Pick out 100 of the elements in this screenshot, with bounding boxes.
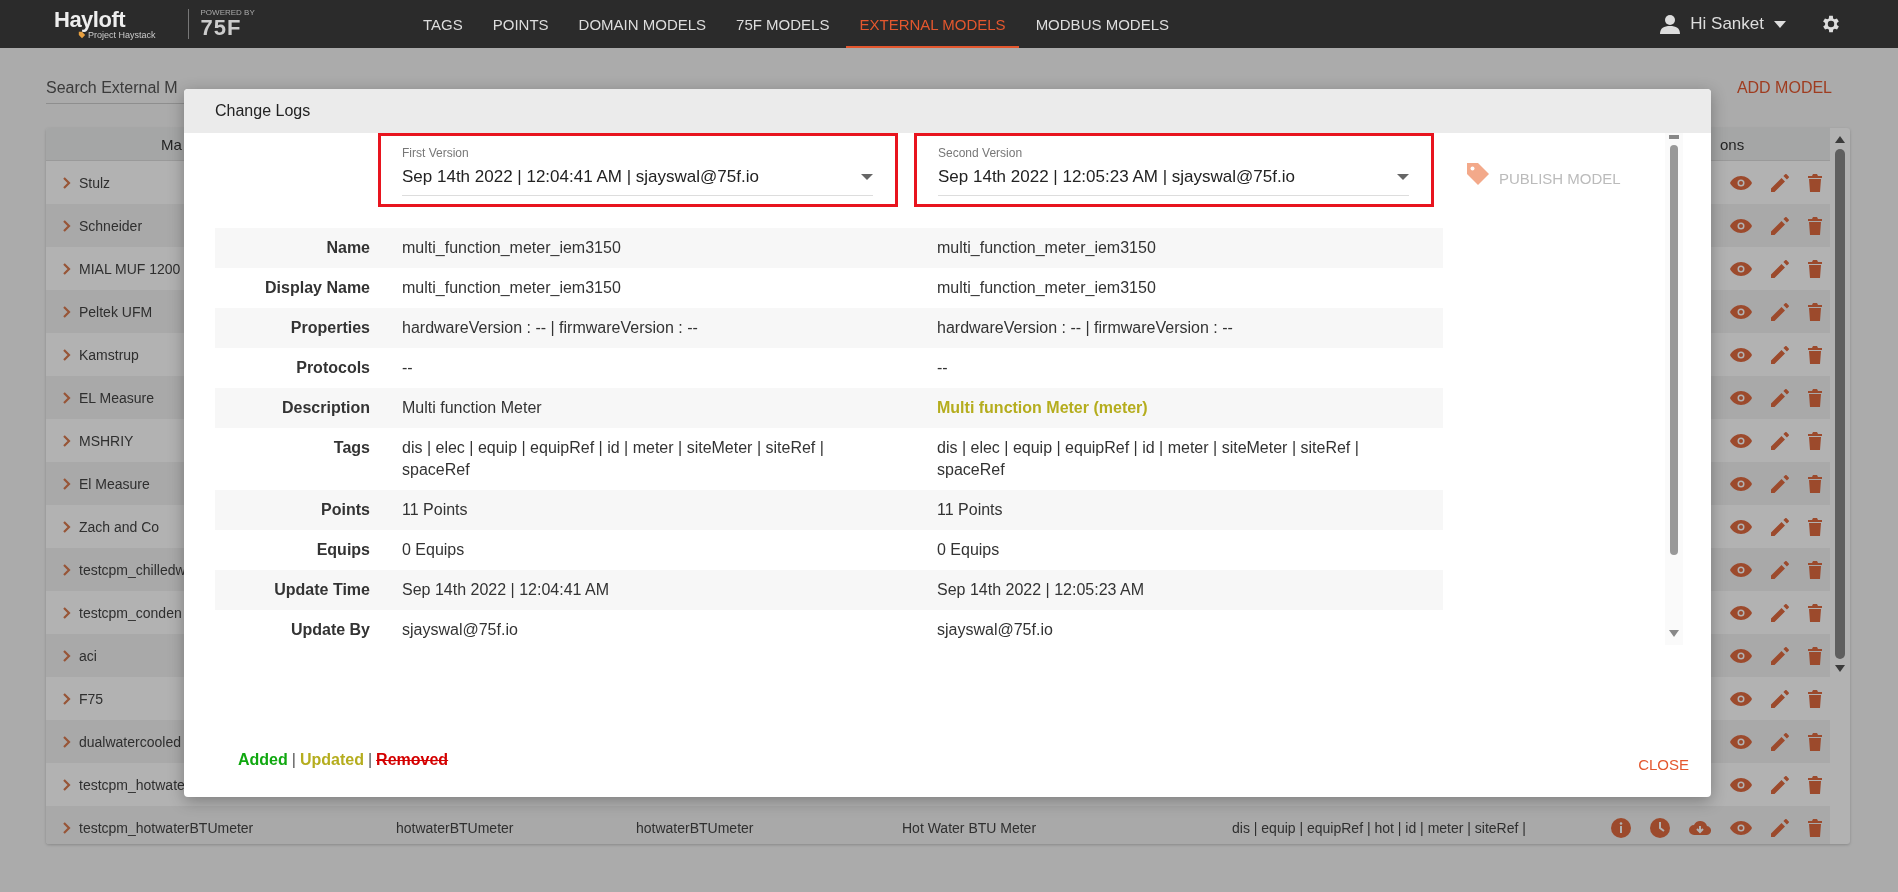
chevron-icon[interactable] bbox=[63, 348, 71, 361]
scroll-down-icon[interactable] bbox=[1835, 665, 1845, 672]
first-version-value: dis | elec | equip | equipRef | id | meter | siteMeter | siteRef | spaceRef bbox=[401, 438, 825, 480]
field-label: Description bbox=[281, 398, 370, 418]
eye-icon[interactable] bbox=[1730, 605, 1752, 620]
first-version-value: 11 Points bbox=[401, 500, 469, 520]
pencil-icon[interactable] bbox=[1771, 517, 1789, 536]
settings-icon[interactable] bbox=[1820, 13, 1842, 35]
eye-icon[interactable] bbox=[1730, 734, 1752, 749]
legend-separator: | bbox=[291, 751, 296, 769]
nav-tab[interactable]: MODBUS MODELS bbox=[1022, 0, 1182, 48]
model-name: testcpm_hotwaterBTUmeter bbox=[79, 819, 254, 836]
nav-tab[interactable]: 75F MODELS bbox=[723, 0, 843, 48]
first-version-value: Sep 14th 2022 | 12:04:41 AM bbox=[401, 580, 610, 600]
pencil-icon[interactable] bbox=[1771, 345, 1789, 364]
chevron-icon[interactable] bbox=[63, 219, 71, 232]
chevron-icon[interactable] bbox=[63, 520, 71, 533]
trash-icon[interactable] bbox=[1808, 216, 1822, 235]
caret-icon[interactable] bbox=[1774, 20, 1786, 28]
chevron-icon[interactable] bbox=[63, 692, 71, 705]
chevron-icon[interactable] bbox=[63, 735, 71, 748]
eye-icon[interactable] bbox=[1730, 218, 1752, 233]
first-version-value: hardwareVersion : -- | firmwareVersion : -- bbox=[401, 318, 699, 338]
eye-icon[interactable] bbox=[1730, 476, 1752, 491]
pencil-icon[interactable] bbox=[1771, 646, 1789, 665]
pencil-icon[interactable] bbox=[1771, 388, 1789, 407]
trash-icon[interactable] bbox=[1808, 431, 1822, 450]
pencil-icon[interactable] bbox=[1771, 560, 1789, 579]
trash-icon[interactable] bbox=[1808, 345, 1822, 364]
chevron-icon[interactable] bbox=[63, 821, 71, 834]
nav-tab[interactable]: DOMAIN MODELS bbox=[565, 0, 720, 48]
pencil-icon[interactable] bbox=[1771, 818, 1789, 837]
pencil-icon[interactable] bbox=[1771, 732, 1789, 751]
user-icon[interactable] bbox=[1660, 14, 1681, 34]
user-greeting[interactable]: Hi Sanket bbox=[1690, 14, 1764, 34]
clock-icon[interactable] bbox=[1650, 817, 1670, 838]
chevron-icon[interactable] bbox=[63, 434, 71, 447]
eye-icon[interactable] bbox=[1730, 261, 1752, 276]
table-cell: Hot Water BTU Meter bbox=[902, 819, 1037, 836]
scroll-up-icon[interactable] bbox=[1835, 136, 1845, 143]
legend-item: Removed bbox=[376, 751, 449, 769]
eye-icon[interactable] bbox=[1730, 648, 1752, 663]
nav-tab[interactable]: TAGS bbox=[410, 0, 476, 48]
nav-tab[interactable]: POINTS bbox=[479, 0, 562, 48]
chevron-icon[interactable] bbox=[63, 477, 71, 490]
first-version-value: Multi function Meter bbox=[401, 398, 543, 418]
pencil-icon[interactable] bbox=[1771, 431, 1789, 450]
trash-icon[interactable] bbox=[1808, 560, 1822, 579]
second-version-value: 0 Equips bbox=[936, 540, 1001, 560]
chevron-icon[interactable] bbox=[63, 778, 71, 791]
pencil-icon[interactable] bbox=[1771, 302, 1789, 321]
chevron-icon[interactable] bbox=[63, 305, 71, 318]
trash-icon[interactable] bbox=[1808, 818, 1822, 837]
chevron-icon[interactable] bbox=[63, 262, 71, 275]
eye-icon[interactable] bbox=[1730, 519, 1752, 534]
chevron-icon[interactable] bbox=[63, 176, 71, 189]
pencil-icon[interactable] bbox=[1771, 775, 1789, 794]
trash-icon[interactable] bbox=[1808, 474, 1822, 493]
chevron-icon[interactable] bbox=[63, 606, 71, 619]
chevron-icon[interactable] bbox=[63, 391, 71, 404]
pencil-icon[interactable] bbox=[1771, 474, 1789, 493]
info-icon[interactable] bbox=[1611, 817, 1631, 838]
cloud-download-icon[interactable] bbox=[1689, 818, 1711, 837]
pencil-icon[interactable] bbox=[1771, 216, 1789, 235]
pencil-icon[interactable] bbox=[1771, 173, 1789, 192]
trash-icon[interactable] bbox=[1808, 646, 1822, 665]
field-label: Name bbox=[325, 238, 370, 258]
field-label: Points bbox=[320, 500, 370, 520]
eye-icon[interactable] bbox=[1730, 820, 1752, 835]
eye-icon[interactable] bbox=[1730, 433, 1752, 448]
trash-icon[interactable] bbox=[1808, 388, 1822, 407]
trash-icon[interactable] bbox=[1808, 302, 1822, 321]
tag-icon bbox=[1465, 161, 1491, 187]
chevron-icon[interactable] bbox=[63, 649, 71, 662]
trash-icon[interactable] bbox=[1808, 173, 1822, 192]
trash-icon[interactable] bbox=[1808, 259, 1822, 278]
first-version-value: sjayswal@75f.io bbox=[401, 620, 519, 640]
pencil-icon[interactable] bbox=[1771, 259, 1789, 278]
eye-icon[interactable] bbox=[1730, 304, 1752, 319]
eye-icon[interactable] bbox=[1730, 691, 1752, 706]
trash-icon[interactable] bbox=[1808, 732, 1822, 751]
close-button[interactable]: CLOSE bbox=[1638, 756, 1689, 773]
dialog-title: Change Logs bbox=[215, 102, 311, 120]
eye-icon[interactable] bbox=[1730, 562, 1752, 577]
version-dropdown[interactable]: Second Version Sep 14th 2022 | 12:05:23 AM | sjayswal@75f.io bbox=[914, 133, 1434, 207]
trash-icon[interactable] bbox=[1808, 603, 1822, 622]
scrollbar[interactable] bbox=[1665, 133, 1683, 645]
trash-icon[interactable] bbox=[1808, 689, 1822, 708]
eye-icon[interactable] bbox=[1730, 175, 1752, 190]
version-dropdown[interactable]: First Version Sep 14th 2022 | 12:04:41 AM | sjayswal@75f.io bbox=[378, 133, 898, 207]
eye-icon[interactable] bbox=[1730, 777, 1752, 792]
trash-icon[interactable] bbox=[1808, 775, 1822, 794]
pencil-icon[interactable] bbox=[1771, 689, 1789, 708]
chevron-icon[interactable] bbox=[63, 563, 71, 576]
eye-icon[interactable] bbox=[1730, 390, 1752, 405]
trash-icon[interactable] bbox=[1808, 517, 1822, 536]
eye-icon[interactable] bbox=[1730, 347, 1752, 362]
scroll-down-icon[interactable] bbox=[1669, 630, 1679, 637]
pencil-icon[interactable] bbox=[1771, 603, 1789, 622]
nav-tab[interactable]: EXTERNAL MODELS bbox=[846, 0, 1019, 48]
